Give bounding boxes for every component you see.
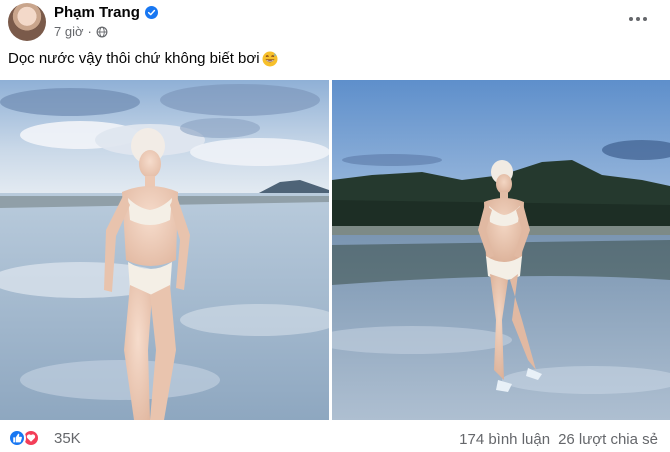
post-meta: 7 giờ · — [54, 24, 108, 39]
shares-count-link[interactable]: 26 lượt chia sẻ — [558, 431, 658, 448]
globe-icon[interactable] — [96, 26, 108, 38]
author-name[interactable]: Phạm Trang — [54, 4, 140, 21]
more-options-button[interactable] — [624, 9, 652, 29]
post-header: Phạm Trang 7 giờ · — [0, 0, 670, 44]
reaction-count: 35K — [54, 429, 81, 447]
post-footer: 35K 174 bình luận 26 lượt chia sẻ — [0, 424, 670, 452]
reactions-summary[interactable]: 35K — [8, 429, 81, 447]
post-caption: Dọc nước vậy thôi chứ không biết bơi — [8, 50, 278, 67]
caption-text: Dọc nước vậy thôi chứ không biết bơi — [8, 50, 260, 67]
engagement-stats: 174 bình luận 26 lượt chia sẻ — [459, 431, 658, 448]
more-dots-icon — [629, 17, 633, 21]
avatar[interactable] — [8, 3, 46, 41]
like-icon — [8, 429, 26, 447]
comments-count-link[interactable]: 174 bình luận — [459, 431, 550, 448]
post-timestamp[interactable]: 7 giờ — [54, 24, 84, 39]
photo-1[interactable] — [0, 80, 329, 420]
more-dot — [636, 17, 640, 21]
grinning-sweat-emoji-icon — [262, 51, 278, 66]
photo-grid — [0, 80, 670, 420]
author-row: Phạm Trang — [54, 4, 158, 21]
photo-2[interactable] — [332, 80, 670, 420]
verified-badge-icon — [144, 6, 158, 19]
meta-separator: · — [87, 24, 92, 39]
more-dot — [643, 17, 647, 21]
